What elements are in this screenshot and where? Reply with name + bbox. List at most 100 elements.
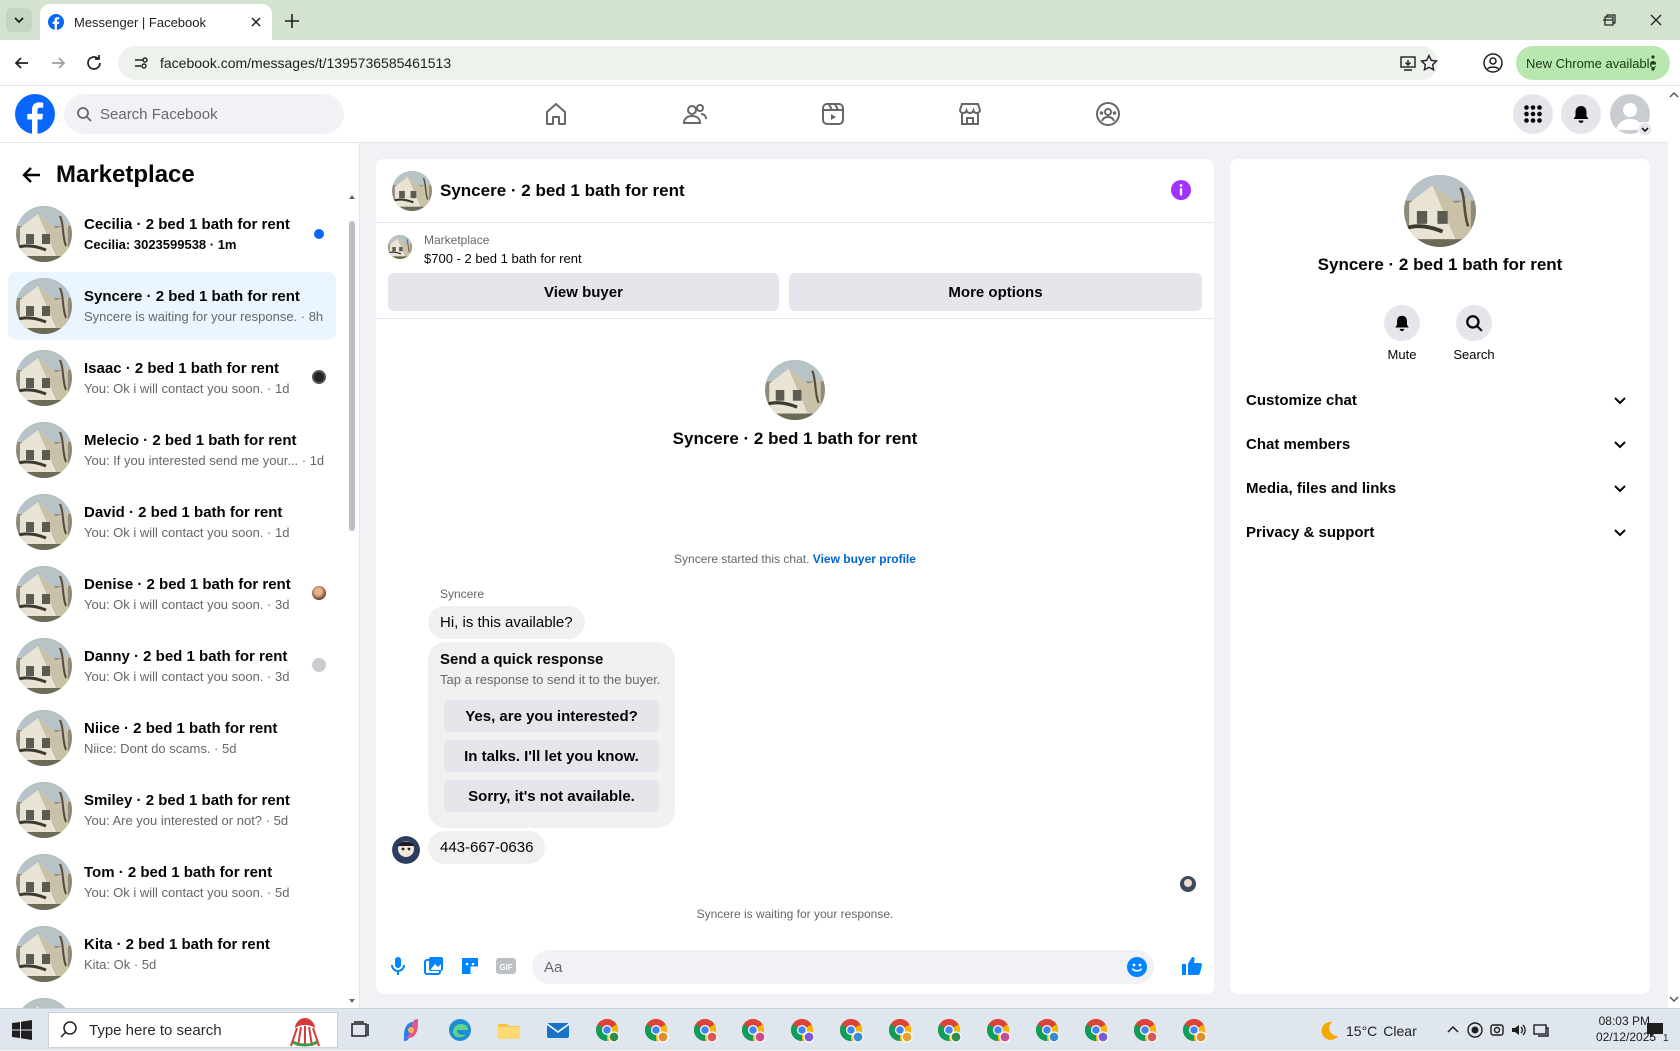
sticker-icon[interactable] bbox=[458, 954, 482, 978]
conversation-item[interactable]: Syncere · 2 bed 1 bath for rent Syncere i… bbox=[8, 272, 336, 340]
chrome-window-icon[interactable] bbox=[641, 1015, 671, 1045]
listing-thumbnail[interactable] bbox=[388, 235, 412, 259]
tab-search-button[interactable] bbox=[6, 8, 32, 32]
taskbar-clock[interactable]: 08:03 PM 02/12/2025 bbox=[1596, 1013, 1656, 1045]
chat-members-section[interactable]: Chat members bbox=[1238, 422, 1642, 466]
quick-response-button[interactable]: In talks. I'll let you know. bbox=[444, 740, 659, 772]
conversation-item[interactable]: Smiley · 2 bed 1 bath for rent You: Are y… bbox=[8, 776, 336, 844]
close-tab-icon[interactable] bbox=[248, 14, 264, 30]
record-icon[interactable] bbox=[1466, 1021, 1484, 1039]
new-tab-icon[interactable] bbox=[282, 11, 302, 31]
conversation-item[interactable]: Denise · 2 bed 1 bath for rent You: Ok i … bbox=[8, 560, 336, 628]
bookmark-star-icon[interactable] bbox=[1419, 53, 1439, 73]
chrome-window-icon[interactable] bbox=[1130, 1015, 1160, 1045]
chrome-window-icon[interactable] bbox=[592, 1015, 622, 1045]
list-scroll-up-icon[interactable] bbox=[348, 193, 356, 201]
conversation-item[interactable]: Tom · 2 bed 1 bath for rent You: Ok i wil… bbox=[8, 848, 336, 916]
conversation-item[interactable]: Kita · 2 bed 1 bath for rent Kita: Ok · 5… bbox=[8, 920, 336, 988]
show-hidden-icons-icon[interactable] bbox=[1444, 1021, 1462, 1039]
volume-icon[interactable] bbox=[1510, 1021, 1528, 1039]
privacy-support-section[interactable]: Privacy & support bbox=[1238, 510, 1642, 554]
chrome-window-icon[interactable] bbox=[787, 1015, 817, 1045]
taskbar-search-box[interactable]: Type here to search bbox=[48, 1012, 338, 1048]
customize-chat-section[interactable]: Customize chat bbox=[1238, 378, 1642, 422]
network-icon[interactable] bbox=[1532, 1021, 1550, 1039]
message-bubble[interactable]: Hi, is this available? bbox=[428, 606, 585, 639]
back-arrow-icon[interactable] bbox=[20, 163, 44, 187]
weather-widget[interactable]: 15°C Clear bbox=[1316, 1019, 1417, 1043]
file-explorer-icon[interactable] bbox=[494, 1015, 524, 1045]
microphone-icon[interactable] bbox=[386, 954, 410, 978]
mail-icon[interactable] bbox=[543, 1015, 573, 1045]
conversation-info-icon[interactable] bbox=[1170, 179, 1192, 201]
chrome-window-icon[interactable] bbox=[934, 1015, 964, 1045]
message-input-field[interactable] bbox=[532, 950, 1154, 984]
emoji-icon[interactable] bbox=[1126, 956, 1148, 978]
facebook-logo-icon[interactable] bbox=[15, 94, 55, 134]
chrome-window-icon[interactable] bbox=[885, 1015, 915, 1045]
message-input[interactable] bbox=[544, 958, 1104, 976]
gif-icon[interactable]: GIF bbox=[494, 954, 518, 978]
scroll-down-arrow-icon[interactable] bbox=[1668, 994, 1680, 1004]
restore-icon[interactable] bbox=[1600, 10, 1620, 30]
intro-avatar[interactable] bbox=[765, 360, 825, 420]
menu-button[interactable] bbox=[1513, 94, 1553, 134]
conversation-item[interactable]: Cecilia · 2 bed 1 bath for rent Cecilia: … bbox=[8, 200, 336, 268]
chat-header[interactable]: Syncere · 2 bed 1 bath for rent bbox=[376, 159, 1214, 223]
list-scroll-thumb[interactable] bbox=[349, 221, 355, 531]
edge-icon[interactable] bbox=[445, 1015, 475, 1045]
chrome-window-icon[interactable] bbox=[836, 1015, 866, 1045]
view-buyer-button[interactable]: View buyer bbox=[388, 273, 779, 311]
chrome-window-icon[interactable] bbox=[1032, 1015, 1062, 1045]
mute-button[interactable]: Mute bbox=[1372, 305, 1432, 362]
chrome-window-icon[interactable] bbox=[690, 1015, 720, 1045]
facebook-search-field[interactable] bbox=[64, 94, 344, 134]
facebook-search-input[interactable] bbox=[100, 105, 320, 123]
conversation-item[interactable]: Niice · 2 bed 1 bath for rent Niice: Dont… bbox=[8, 704, 336, 772]
nav-video[interactable] bbox=[777, 90, 889, 138]
account-chevron-icon[interactable] bbox=[1638, 122, 1652, 136]
nav-marketplace[interactable] bbox=[914, 90, 1026, 138]
close-window-icon[interactable] bbox=[1646, 10, 1666, 30]
list-scroll-down-icon[interactable] bbox=[348, 997, 356, 1005]
camera-icon[interactable] bbox=[1488, 1021, 1506, 1039]
chrome-window-icon[interactable] bbox=[1179, 1015, 1209, 1045]
conversation-item[interactable]: David · 2 bed 1 bath for rent You: Ok i w… bbox=[8, 488, 336, 556]
chrome-window-icon[interactable] bbox=[1081, 1015, 1111, 1045]
back-icon[interactable] bbox=[11, 52, 33, 74]
quick-response-button[interactable]: Sorry, it's not available. bbox=[444, 780, 659, 812]
chat-title[interactable]: Syncere · 2 bed 1 bath for rent bbox=[440, 181, 685, 201]
browser-tab-active[interactable]: Messenger | Facebook bbox=[40, 4, 272, 40]
nav-home[interactable] bbox=[500, 90, 612, 138]
nav-friends[interactable] bbox=[639, 90, 751, 138]
listing-price[interactable]: $700 - 2 bed 1 bath for rent bbox=[424, 251, 582, 266]
chrome-window-icon[interactable] bbox=[983, 1015, 1013, 1045]
forward-icon[interactable] bbox=[47, 52, 69, 74]
chrome-window-icon[interactable] bbox=[738, 1015, 768, 1045]
media-files-links-section[interactable]: Media, files and links bbox=[1238, 466, 1642, 510]
quick-response-button[interactable]: Yes, are you interested? bbox=[444, 700, 659, 732]
more-options-button[interactable]: More options bbox=[789, 273, 1202, 311]
notifications-button[interactable] bbox=[1561, 94, 1601, 134]
install-app-icon[interactable] bbox=[1398, 53, 1418, 73]
address-bar[interactable]: facebook.com/messages/t/1395736585461513 bbox=[118, 46, 1439, 80]
thumbs-up-icon[interactable] bbox=[1180, 954, 1204, 978]
chrome-menu-icon[interactable] bbox=[1644, 54, 1662, 72]
conversation-item[interactable]: Brandi · 2 bed 1 bath for rent bbox=[8, 992, 336, 1008]
copilot-icon[interactable] bbox=[396, 1015, 426, 1045]
chrome-profile-icon[interactable] bbox=[1482, 52, 1504, 74]
windows-start-icon[interactable] bbox=[12, 1020, 32, 1040]
nav-groups[interactable] bbox=[1052, 90, 1164, 138]
new-chrome-available-button[interactable]: New Chrome available bbox=[1516, 46, 1670, 80]
conversation-item[interactable]: Melecio · 2 bed 1 bath for rent You: If y… bbox=[8, 416, 336, 484]
site-info-icon[interactable] bbox=[132, 54, 150, 72]
search-in-conversation-button[interactable]: Search bbox=[1444, 305, 1504, 362]
attach-photo-icon[interactable] bbox=[422, 954, 446, 978]
conversation-list-scrollbar[interactable] bbox=[348, 193, 356, 1008]
task-view-icon[interactable] bbox=[345, 1015, 375, 1045]
message-bubble[interactable]: 443-667-0636 bbox=[428, 831, 546, 864]
conversation-item[interactable]: Isaac · 2 bed 1 bath for rent You: Ok i w… bbox=[8, 344, 336, 412]
view-buyer-profile-link[interactable]: View buyer profile bbox=[813, 552, 916, 566]
details-avatar[interactable] bbox=[1404, 175, 1476, 247]
conversation-item[interactable]: Danny · 2 bed 1 bath for rent You: Ok i w… bbox=[8, 632, 336, 700]
